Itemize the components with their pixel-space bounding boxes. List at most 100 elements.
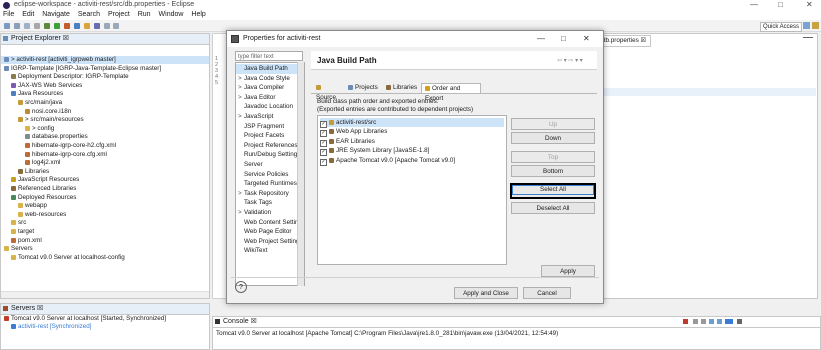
forward-icon[interactable] xyxy=(113,23,120,29)
nav-scrollbar[interactable] xyxy=(297,62,304,286)
cancel-button[interactable]: Cancel xyxy=(523,287,571,299)
nav-item[interactable]: > Task Repository xyxy=(236,189,300,199)
server-module-row[interactable]: activiti-rest [Synchronized] xyxy=(1,323,92,331)
entry-checkbox[interactable]: ✓ xyxy=(320,158,327,166)
nav-item[interactable]: Project Facets xyxy=(236,131,300,141)
tree-item[interactable]: JavaScript Resources xyxy=(1,176,216,184)
tree-item[interactable]: src/main/java xyxy=(1,99,223,107)
tree-item[interactable]: Referenced Libraries xyxy=(1,185,216,193)
back-navigation-icon[interactable]: ⇦ ▾ ⇨ ▾ ▾ xyxy=(557,57,583,64)
dialog-minimize-button[interactable]: — xyxy=(537,34,545,43)
nav-item[interactable]: Web Project Settings xyxy=(236,237,303,247)
menu-file[interactable]: File xyxy=(3,11,14,18)
tab-source[interactable]: Source xyxy=(313,83,345,101)
menu-window[interactable]: Window xyxy=(159,11,184,18)
horizontal-scrollbar[interactable] xyxy=(1,291,209,298)
save-all-icon[interactable] xyxy=(23,23,30,29)
nav-item[interactable]: Run/Debug Settings xyxy=(236,150,300,160)
new-icon[interactable] xyxy=(4,23,10,29)
tree-item[interactable]: hibernate-igrp-core.cfg.xml xyxy=(1,151,230,159)
open-type-icon[interactable] xyxy=(83,23,90,29)
menu-run[interactable]: Run xyxy=(138,11,151,18)
save-icon[interactable] xyxy=(13,23,20,29)
editor-tab[interactable]: db.properties ☒ xyxy=(597,35,652,47)
console-toolbar-icons[interactable] xyxy=(693,319,813,324)
tree-item[interactable]: Libraries xyxy=(1,168,223,176)
tab-order-and-export[interactable]: Order and Export xyxy=(421,83,481,102)
nav-item[interactable]: WikiText xyxy=(236,246,300,256)
editor-minimize-icon[interactable] xyxy=(803,37,813,43)
tree-item[interactable]: Tomcat v9.0 Server at localhost-config xyxy=(1,254,216,262)
tree-item[interactable]: Java Resources xyxy=(1,90,216,98)
perspective-icon[interactable] xyxy=(803,22,810,29)
tree-item[interactable]: IGRP-Template [IGRP-Java-Template-Eclips… xyxy=(1,65,209,73)
tree-item[interactable]: > src/main/resources xyxy=(1,116,223,124)
bottom-button[interactable]: Bottom xyxy=(511,165,595,177)
nav-item[interactable]: > Validation xyxy=(236,208,300,218)
apply-and-close-button[interactable]: Apply and Close xyxy=(454,287,518,299)
menu-project[interactable]: Project xyxy=(108,11,130,18)
tree-item[interactable]: web-resources xyxy=(1,211,223,219)
java-ee-perspective-icon[interactable] xyxy=(812,22,819,29)
tree-item[interactable]: > activiti-rest [activiti_igrpweb master… xyxy=(1,56,209,64)
up-button[interactable]: Up xyxy=(511,118,595,130)
select-all-button[interactable]: Select All xyxy=(510,183,596,199)
search-icon[interactable] xyxy=(93,23,100,29)
run-icon[interactable] xyxy=(53,23,60,29)
apply-button[interactable]: Apply xyxy=(541,265,595,277)
menu-search[interactable]: Search xyxy=(78,11,100,18)
nav-item[interactable]: Project References xyxy=(236,141,300,151)
tree-item[interactable]: Deployed Resources xyxy=(1,194,216,202)
nav-item[interactable]: Web Content Settings xyxy=(236,218,304,228)
tree-item[interactable]: hibernate-igrp-core-h2.cfg.xml xyxy=(1,142,230,150)
tree-item[interactable]: nosi.core.i18n xyxy=(1,108,230,116)
build-path-entry[interactable]: ✓ activiti-rest/src xyxy=(320,118,504,128)
tab-projects[interactable]: Projects xyxy=(345,83,383,93)
tab-libraries[interactable]: Libraries xyxy=(383,83,421,93)
nav-item[interactable]: > Java Compiler xyxy=(236,83,300,93)
menu-help[interactable]: Help xyxy=(191,11,205,18)
quick-access-input[interactable]: Quick Access xyxy=(760,22,802,32)
tree-item[interactable]: webapp xyxy=(1,202,223,210)
build-path-entry[interactable]: ✓ Apache Tomcat v9.0 [Apache Tomcat v9.0] xyxy=(320,156,504,166)
help-icon[interactable]: ? xyxy=(235,281,247,293)
back-icon[interactable] xyxy=(103,23,110,29)
nav-item[interactable]: Java Build Path xyxy=(236,64,300,74)
maximize-button[interactable]: □ xyxy=(778,0,783,9)
nav-item[interactable]: Targeted Runtimes xyxy=(236,179,300,189)
build-path-entry[interactable]: ✓ EAR Libraries xyxy=(320,137,504,147)
dialog-maximize-button[interactable]: □ xyxy=(561,34,566,43)
nav-item[interactable]: > JavaScript xyxy=(236,112,300,122)
tree-item[interactable]: Deployment Descriptor: IGRP-Template xyxy=(1,73,216,81)
filter-input[interactable]: type filter text xyxy=(235,51,303,61)
project-explorer-tab[interactable]: Project Explorer ☒ xyxy=(1,34,209,45)
server-icon[interactable] xyxy=(63,23,70,29)
new-java-class-icon[interactable] xyxy=(73,23,80,29)
down-button[interactable]: Down xyxy=(511,132,595,144)
nav-item[interactable]: Service Policies xyxy=(236,170,300,180)
tree-item[interactable]: database.properties xyxy=(1,133,230,141)
nav-item[interactable]: Javadoc Location xyxy=(236,102,300,112)
nav-item[interactable]: > Java Code Style xyxy=(236,74,300,84)
servers-tab[interactable]: Servers ☒ xyxy=(1,304,209,315)
console-terminate-icon[interactable] xyxy=(683,319,688,324)
tree-item[interactable]: src xyxy=(1,219,216,227)
build-path-entry[interactable]: ✓ Web App Libraries xyxy=(320,127,504,138)
nav-item[interactable]: Web Page Editor xyxy=(236,227,300,237)
menu-navigate[interactable]: Navigate xyxy=(42,11,70,18)
nav-item[interactable]: Server xyxy=(236,160,300,170)
server-row[interactable]: Tomcat v9.0 Server at localhost [Started… xyxy=(1,315,166,323)
build-path-entry[interactable]: ✓ JRE System Library [JavaSE-1.8] xyxy=(320,146,504,157)
dialog-close-button[interactable]: ✕ xyxy=(583,34,590,43)
tree-item[interactable]: JAX-WS Web Services xyxy=(1,82,216,90)
tree-item[interactable]: pom.xml xyxy=(1,237,216,245)
nav-item[interactable]: Task Tags xyxy=(236,198,300,208)
debug-icon[interactable] xyxy=(43,23,50,29)
tree-item[interactable]: > config xyxy=(1,125,230,133)
close-button[interactable]: ✕ xyxy=(806,0,813,9)
nav-item[interactable]: JSP Fragment xyxy=(236,122,300,132)
tree-item[interactable]: target xyxy=(1,228,216,236)
tree-item[interactable]: log4j2.xml xyxy=(1,159,230,167)
nav-item[interactable]: > Java Editor xyxy=(236,93,300,103)
deselect-all-button[interactable]: Deselect All xyxy=(511,202,595,214)
